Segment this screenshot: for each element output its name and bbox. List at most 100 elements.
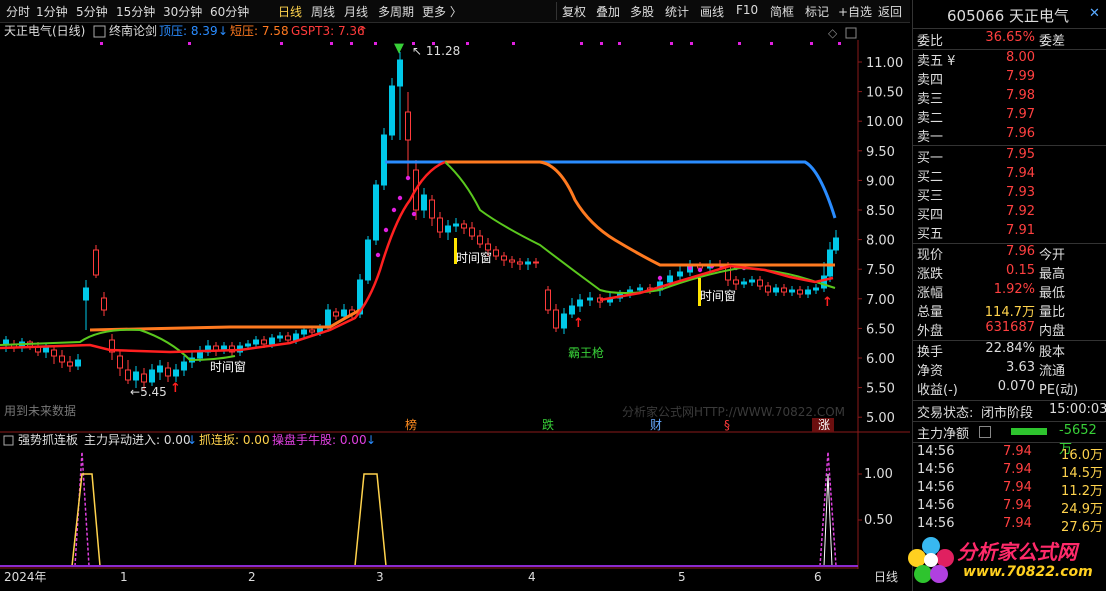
candle — [405, 111, 411, 141]
event-mark[interactable]: 跌 — [542, 417, 554, 432]
candle — [445, 225, 451, 233]
signal-dot — [374, 42, 377, 45]
candle — [261, 339, 267, 345]
event-mark[interactable]: § — [724, 418, 730, 432]
simple-frame-button[interactable]: 简框 — [770, 3, 794, 20]
price-tick: 7.50 — [866, 263, 895, 278]
sell-level: 卖一 7.96 — [917, 126, 1035, 145]
red-trend-line — [0, 160, 834, 354]
list-icon[interactable] — [979, 426, 991, 438]
candle — [165, 367, 171, 377]
candle — [485, 243, 491, 251]
candle — [461, 223, 467, 229]
candle — [533, 261, 539, 264]
candle — [293, 333, 299, 341]
red-up-arrow-icon: ↑ — [822, 295, 833, 310]
candle — [493, 249, 499, 257]
stats-button[interactable]: 统计 — [665, 3, 689, 20]
period-tab[interactable]: 15分钟 — [116, 3, 155, 20]
stock-name: 天正电气 — [1009, 7, 1070, 25]
fundamental-stat: 换手 22.84% 股本 — [917, 341, 1066, 360]
period-tab[interactable]: 30分钟 — [163, 3, 202, 20]
overlay-button[interactable]: 叠加 — [596, 3, 620, 20]
signal-dot — [770, 42, 773, 45]
period-tab[interactable]: 1分钟 — [36, 3, 68, 20]
candle — [157, 365, 163, 373]
time-window-label: 时间窗 — [456, 251, 492, 265]
candle — [667, 275, 673, 283]
candle — [477, 235, 483, 245]
period-tab[interactable]: 月线 — [344, 3, 368, 20]
candle — [325, 309, 331, 329]
candle — [553, 309, 559, 329]
candle — [75, 359, 81, 367]
candle — [181, 361, 187, 371]
period-tab[interactable]: 多周期 — [378, 3, 414, 20]
flow-bar — [1011, 428, 1047, 435]
price-tick: 9.00 — [866, 174, 895, 189]
price-tick: 7.00 — [866, 293, 895, 308]
period-tab[interactable]: 分时 — [6, 3, 30, 20]
candle — [43, 347, 49, 353]
f10-button[interactable]: F10 — [736, 3, 758, 17]
fuquan-button[interactable]: 复权 — [562, 3, 586, 20]
event-mark[interactable]: 涨 — [818, 417, 830, 432]
diamond-icon[interactable]: ◇ — [828, 26, 838, 40]
stock-header: 605066 天正电气 — [947, 5, 1069, 26]
candle — [833, 237, 839, 251]
candle — [117, 355, 123, 369]
multi-stock-button[interactable]: 多股 — [630, 3, 654, 20]
event-mark[interactable]: 财 — [650, 418, 662, 432]
period-tab[interactable]: 5分钟 — [76, 3, 108, 20]
settings-icon[interactable] — [93, 25, 106, 38]
candle — [93, 249, 99, 276]
candle — [133, 371, 139, 381]
price-tick: 8.50 — [866, 204, 895, 219]
signal-dot — [697, 267, 703, 273]
candle — [765, 285, 771, 293]
short-pressure-line — [445, 160, 835, 267]
candle — [789, 289, 795, 293]
svg-text:1: 1 — [120, 570, 128, 584]
draw-line-button[interactable]: 画线 — [700, 3, 724, 20]
add-watchlist-button[interactable]: +自选 — [838, 3, 872, 20]
svg-text:4: 4 — [528, 570, 536, 584]
back-button[interactable]: 返回 — [878, 3, 902, 20]
svg-text:5: 5 — [678, 570, 686, 584]
mark-button[interactable]: 标记 — [805, 3, 829, 20]
more-menu[interactable]: 更多 〉 — [422, 3, 462, 20]
buy-level: 买四 7.92 — [917, 204, 1035, 223]
event-mark[interactable]: 榜 — [405, 417, 417, 432]
candle — [269, 337, 275, 345]
signal-dot — [690, 42, 693, 45]
high-price-label: ↖ 11.28 — [412, 44, 460, 58]
close-icon[interactable]: ✕ — [1089, 6, 1100, 21]
period-indicator: 日线 — [874, 570, 898, 584]
candle — [333, 311, 339, 317]
logo-text: 分析家公式网 — [957, 540, 1077, 564]
signal-dot — [738, 42, 741, 45]
candle — [141, 373, 147, 383]
time-window-label: 时间窗 — [210, 360, 246, 374]
flower-logo-icon — [908, 537, 954, 583]
candle — [637, 287, 643, 291]
expand-icon[interactable] — [845, 27, 857, 39]
period-tab[interactable]: 60分钟 — [210, 3, 249, 20]
signal-dot — [330, 42, 333, 45]
price-axis: 11.00 10.50 10.00 9.50 9.00 8.50 8.00 7.50 7.00 6… — [858, 56, 903, 426]
period-tab-daily[interactable]: 日线 — [278, 3, 302, 20]
period-tab[interactable]: 周线 — [311, 3, 335, 20]
svg-text:↓: ↓ — [187, 433, 197, 447]
kline-chart[interactable]: 11.0010.5010.009.509.008.508.007.507.006… — [0, 22, 910, 591]
red-up-arrow-icon: ↑ — [170, 381, 181, 396]
candle — [569, 305, 575, 315]
bawangqiang-label: 霸王枪 — [568, 345, 604, 360]
candle — [253, 339, 259, 345]
candle — [821, 275, 827, 289]
buy-level: 买二 7.94 — [917, 166, 1035, 185]
signal-dot — [600, 42, 603, 45]
sub-settings-icon[interactable] — [3, 435, 14, 446]
fundamental-stat: 收益(-) 0.070 PE(动) — [917, 379, 1079, 398]
sub-field2: 抓连扳: 0.00 — [199, 432, 270, 447]
logo-url: www.70822.com — [963, 564, 1093, 580]
